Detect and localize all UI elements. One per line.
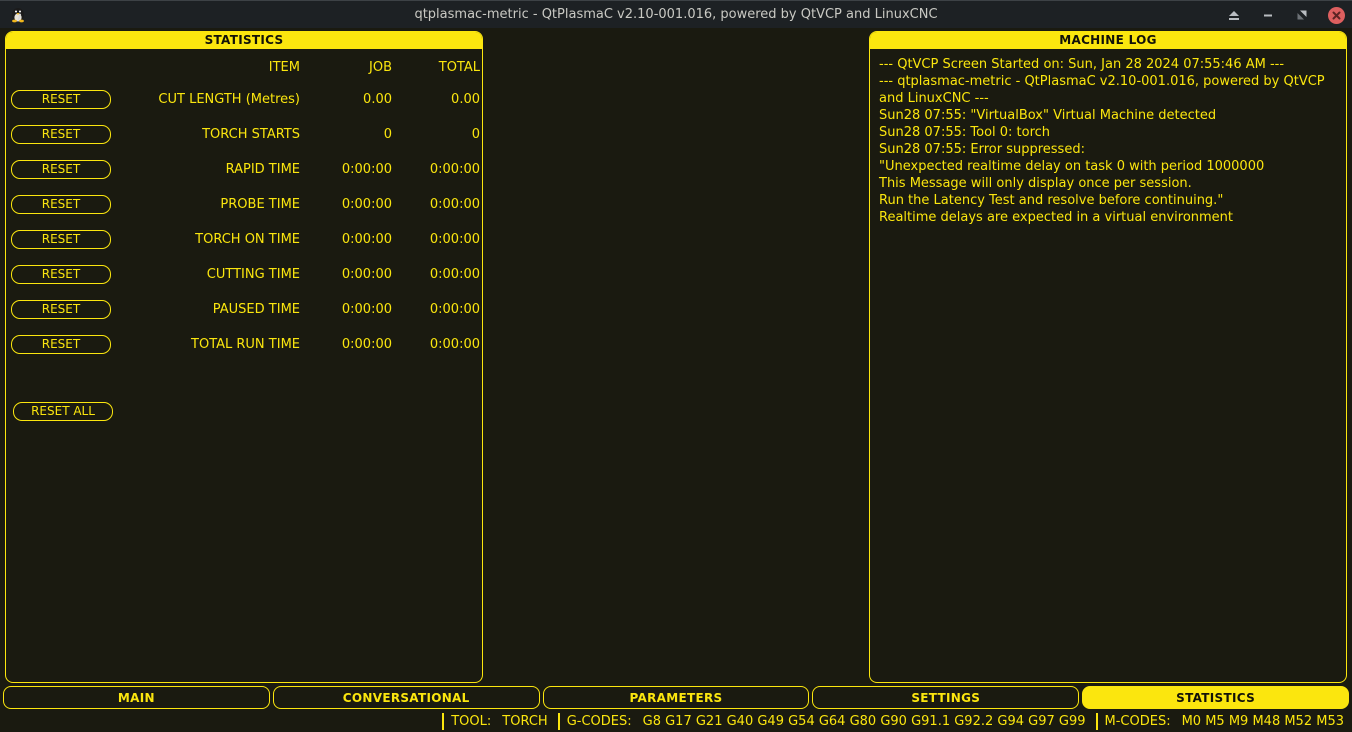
stat-job-value: 0.00	[300, 92, 392, 107]
stat-total-value: 0:00:00	[392, 197, 480, 212]
statistics-table: ITEM JOB TOTAL RESET CUT LENGTH (Metres)…	[6, 49, 482, 421]
gcodes-value: G8 G17 G21 G40 G49 G54 G64 G80 G90 G91.1…	[643, 714, 1086, 729]
status-bar: TOOL: TORCH G-CODES: G8 G17 G21 G40 G49 …	[0, 710, 1352, 732]
log-line: and LinuxCNC ---	[879, 90, 1337, 107]
stat-total-value: 0	[392, 127, 480, 142]
mcodes-label: M-CODES:	[1105, 714, 1171, 729]
shade-icon	[1228, 9, 1240, 21]
stat-item-label: RAPID TIME	[115, 162, 300, 177]
tab-parameters[interactable]: PARAMETERS	[543, 686, 810, 709]
table-row: RESET RAPID TIME 0:00:00 0:00:00	[6, 152, 482, 187]
table-row: RESET CUT LENGTH (Metres) 0.00 0.00	[6, 82, 482, 117]
mcodes-value: M0 M5 M9 M48 M52 M53	[1182, 714, 1344, 729]
reset-torch-on-time-button[interactable]: RESET	[11, 230, 111, 249]
tab-conversational[interactable]: CONVERSATIONAL	[273, 686, 540, 709]
stat-total-value: 0:00:00	[392, 232, 480, 247]
log-line: Sun28 07:55: Tool 0: torch	[879, 124, 1337, 141]
machine-log-title: MACHINE LOG	[870, 32, 1346, 49]
stat-total-value: 0:00:00	[392, 302, 480, 317]
column-header-total: TOTAL	[392, 60, 480, 75]
statistics-panel: STATISTICS ITEM JOB TOTAL RESET CUT LENG…	[5, 31, 483, 683]
status-separator	[1096, 713, 1098, 730]
minimize-button[interactable]	[1258, 5, 1278, 25]
tab-main[interactable]: MAIN	[3, 686, 270, 709]
maximize-icon	[1296, 9, 1308, 21]
stat-total-value: 0:00:00	[392, 162, 480, 177]
stat-total-value: 0:00:00	[392, 337, 480, 352]
reset-paused-time-button[interactable]: RESET	[11, 300, 111, 319]
stat-job-value: 0:00:00	[300, 162, 392, 177]
column-header-item: ITEM	[115, 60, 300, 75]
reset-total-run-time-button[interactable]: RESET	[11, 335, 111, 354]
reset-cut-length-button[interactable]: RESET	[11, 90, 111, 109]
shade-button[interactable]	[1224, 5, 1244, 25]
stat-job-value: 0:00:00	[300, 232, 392, 247]
column-header-job: JOB	[300, 60, 392, 75]
machine-log-text: --- QtVCP Screen Started on: Sun, Jan 28…	[870, 49, 1346, 233]
reset-all-button[interactable]: RESET ALL	[13, 402, 113, 421]
reset-rapid-time-button[interactable]: RESET	[11, 160, 111, 179]
gcodes-label: G-CODES:	[567, 714, 632, 729]
stat-item-label: TORCH ON TIME	[115, 232, 300, 247]
machine-log-panel: MACHINE LOG --- QtVCP Screen Started on:…	[869, 31, 1347, 683]
close-button[interactable]	[1326, 5, 1346, 25]
window-title: qtplasmac-metric - QtPlasmaC v2.10-001.0…	[0, 1, 1352, 29]
stat-item-label: TORCH STARTS	[115, 127, 300, 142]
log-line: "Unexpected realtime delay on task 0 wit…	[879, 158, 1337, 175]
status-separator	[442, 713, 444, 730]
status-separator	[558, 713, 560, 730]
table-row: RESET CUTTING TIME 0:00:00 0:00:00	[6, 257, 482, 292]
tab-statistics[interactable]: STATISTICS	[1082, 686, 1349, 709]
table-row: RESET PAUSED TIME 0:00:00 0:00:00	[6, 292, 482, 327]
log-line: Run the Latency Test and resolve before …	[879, 192, 1337, 209]
stat-item-label: CUT LENGTH (Metres)	[115, 92, 300, 107]
stat-total-value: 0.00	[392, 92, 480, 107]
stat-item-label: CUTTING TIME	[115, 267, 300, 282]
reset-probe-time-button[interactable]: RESET	[11, 195, 111, 214]
statistics-header-row: ITEM JOB TOTAL	[6, 53, 482, 82]
log-line: Sun28 07:55: Error suppressed:	[879, 141, 1337, 158]
minimize-icon	[1262, 9, 1274, 21]
reset-torch-starts-button[interactable]: RESET	[11, 125, 111, 144]
stat-job-value: 0:00:00	[300, 337, 392, 352]
tool-label: TOOL:	[451, 714, 491, 729]
reset-cutting-time-button[interactable]: RESET	[11, 265, 111, 284]
table-row: RESET PROBE TIME 0:00:00 0:00:00	[6, 187, 482, 222]
stat-job-value: 0:00:00	[300, 267, 392, 282]
maximize-button[interactable]	[1292, 5, 1312, 25]
stat-job-value: 0	[300, 127, 392, 142]
tab-settings[interactable]: SETTINGS	[812, 686, 1079, 709]
stat-job-value: 0:00:00	[300, 197, 392, 212]
log-line: --- qtplasmac-metric - QtPlasmaC v2.10-0…	[879, 73, 1337, 90]
log-line: This Message will only display once per …	[879, 175, 1337, 192]
table-row: RESET TORCH STARTS 0 0	[6, 117, 482, 152]
stat-total-value: 0:00:00	[392, 267, 480, 282]
title-bar: qtplasmac-metric - QtPlasmaC v2.10-001.0…	[0, 0, 1352, 28]
log-line: Realtime delays are expected in a virtua…	[879, 209, 1337, 226]
stat-item-label: TOTAL RUN TIME	[115, 337, 300, 352]
window-controls	[1224, 1, 1346, 29]
stat-item-label: PROBE TIME	[115, 197, 300, 212]
tool-value: TORCH	[502, 714, 547, 729]
stat-item-label: PAUSED TIME	[115, 302, 300, 317]
table-row: RESET TORCH ON TIME 0:00:00 0:00:00	[6, 222, 482, 257]
log-line: Sun28 07:55: "VirtualBox" Virtual Machin…	[879, 107, 1337, 124]
table-row: RESET TOTAL RUN TIME 0:00:00 0:00:00	[6, 327, 482, 362]
bottom-tab-bar: MAIN CONVERSATIONAL PARAMETERS SETTINGS …	[3, 686, 1349, 709]
log-line: --- QtVCP Screen Started on: Sun, Jan 28…	[879, 56, 1337, 73]
stat-job-value: 0:00:00	[300, 302, 392, 317]
statistics-panel-title: STATISTICS	[6, 32, 482, 49]
close-icon	[1328, 7, 1345, 24]
